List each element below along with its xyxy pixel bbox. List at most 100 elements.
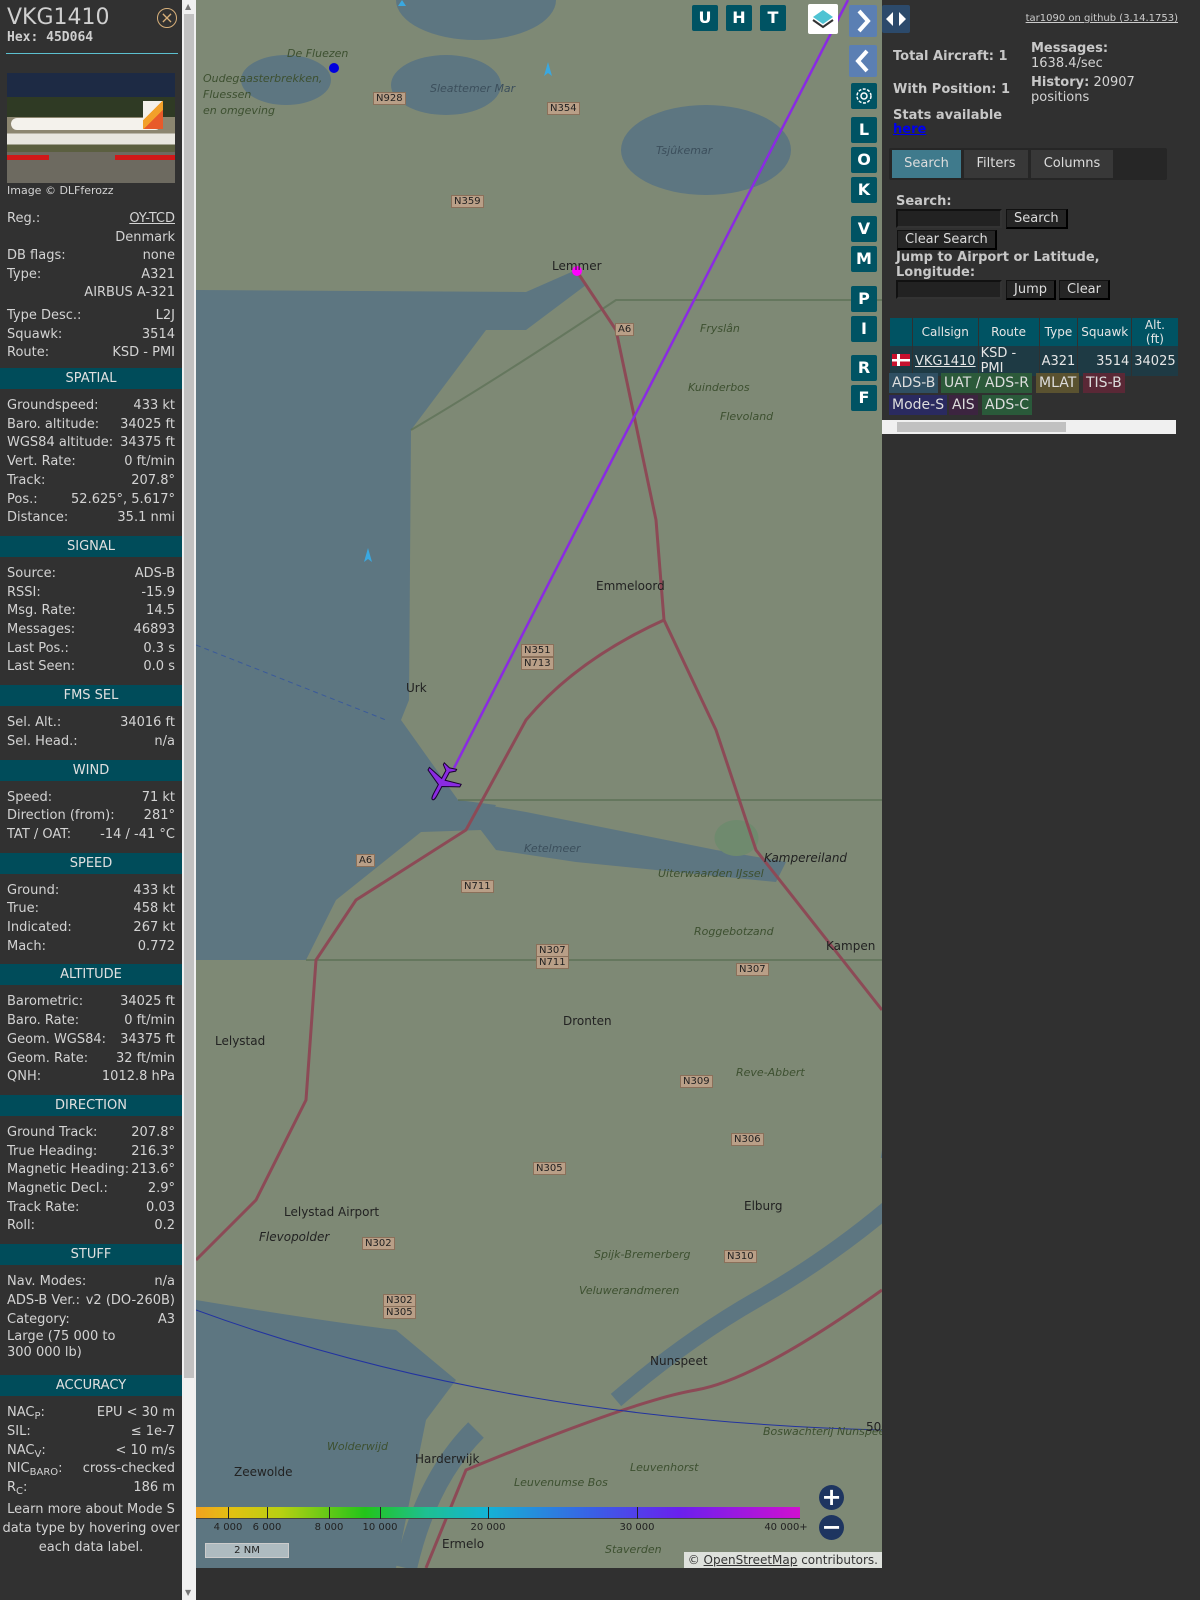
tab-filters[interactable]: Filters: [964, 150, 1028, 178]
place-label: Staverden: [605, 1543, 662, 1556]
place-label: Kuinderbos: [688, 381, 750, 394]
search-input[interactable]: [896, 209, 1002, 228]
place-label: Elburg: [744, 1199, 783, 1213]
toggle-panel-button[interactable]: [882, 5, 910, 33]
map-button-l[interactable]: L: [851, 117, 877, 143]
detail-value: 216.3°: [131, 1143, 175, 1159]
attribution-suffix: contributors.: [797, 1553, 878, 1567]
search-button[interactable]: Search: [1006, 209, 1068, 229]
info-value: 3514: [141, 327, 175, 342]
column-header[interactable]: Route: [978, 318, 1039, 346]
detail-label: Speed:: [7, 789, 53, 805]
stats-link[interactable]: here: [893, 122, 926, 137]
scrollbar-thumb[interactable]: [184, 14, 194, 1378]
table-row[interactable]: VKG1410 KSD - PMI A321 3514 34025: [890, 346, 1178, 376]
aircraft-detail-panel: VKG1410 Hex: 45D064 × Image © DLFferozz …: [0, 0, 182, 1600]
scroll-up-icon[interactable]: ▲: [185, 2, 191, 11]
attribution-prefix: ©: [687, 1553, 704, 1567]
scroll-down-icon[interactable]: ▼: [185, 1588, 191, 1597]
detail-label: Mach:: [7, 938, 46, 954]
zoom-out-button[interactable]: −: [819, 1515, 844, 1540]
detail-label: QNH:: [7, 1069, 42, 1085]
detail-row: Geom. Rate: 32 ft/min: [7, 1049, 175, 1068]
place-label: Urk: [406, 681, 427, 695]
column-header[interactable]: Type: [1039, 318, 1078, 346]
settings-button[interactable]: [851, 83, 877, 109]
map-view[interactable]: Oudegaasterbrekken, Fluessen en omgeving De…: [196, 0, 882, 1568]
info-label: DB flags:: [7, 248, 66, 263]
detail-value: 34016 ft: [120, 715, 175, 731]
horizontal-scrollbar[interactable]: [882, 420, 1176, 434]
map-button-f[interactable]: F: [851, 385, 877, 411]
map-button-o[interactable]: O: [851, 147, 877, 173]
map-button-r[interactable]: R: [851, 355, 877, 381]
sidebar-scrollbar[interactable]: ▲ ▼: [182, 0, 196, 1600]
registration-link[interactable]: OY-TCD: [129, 209, 175, 228]
aircraft-photo[interactable]: [7, 73, 175, 183]
detail-label: Roll:: [7, 1218, 36, 1234]
label-colon: :: [23, 1480, 28, 1495]
detail-value: 0.2: [154, 1218, 175, 1234]
layers-button[interactable]: [808, 4, 838, 34]
detail-row: True Heading: 216.3°: [7, 1142, 175, 1161]
detail-label: Baro. Rate:: [7, 1013, 80, 1029]
close-icon[interactable]: ×: [157, 8, 177, 28]
github-link[interactable]: tar1090 on github (3.14.1753): [1026, 13, 1178, 24]
jump-button[interactable]: Jump: [1006, 280, 1056, 300]
callsign-cell[interactable]: VKG1410: [913, 346, 978, 376]
road-label: N354: [547, 102, 580, 115]
detail-value: 213.6°: [131, 1162, 175, 1178]
map-button-v[interactable]: V: [851, 216, 877, 242]
detail-value: 34375 ft: [120, 435, 175, 451]
place-label: Harderwijk: [415, 1452, 480, 1466]
section-header-accuracy: ACCURACY: [0, 1375, 182, 1397]
source-legend-uat-ads-r: UAT / ADS-R: [941, 373, 1032, 393]
section-header-wind: WIND: [0, 759, 182, 781]
collapse-sidebar-button[interactable]: [849, 45, 877, 77]
altitude-cell: 34025: [1132, 346, 1178, 376]
detail-row: Baro. Rate: 0 ft/min: [7, 1011, 175, 1030]
clear-button[interactable]: Clear: [1059, 280, 1110, 300]
with-position: With Position: 1: [893, 82, 1011, 97]
detail-label: Distance:: [7, 510, 69, 526]
detail-label: Messages:: [7, 622, 76, 637]
clear-search-button[interactable]: Clear Search: [897, 230, 997, 250]
search-label: Search:: [896, 194, 952, 209]
detail-label: Pos.:: [7, 491, 38, 507]
jump-label: Jump to Airport or Latitude, Longitude:: [896, 250, 1100, 280]
expand-sidebar-button[interactable]: [849, 5, 877, 37]
info-label: Route:: [7, 345, 50, 360]
detail-row: Last Seen: 0.0 s: [7, 657, 175, 676]
scrollbar-thumb[interactable]: [897, 422, 1066, 432]
zoom-in-button[interactable]: +: [819, 1485, 844, 1510]
map-button-u[interactable]: U: [692, 5, 718, 31]
tab-search[interactable]: Search: [892, 150, 961, 178]
map-button-i[interactable]: I: [851, 316, 877, 342]
detail-label: Sel. Alt.:: [7, 715, 62, 731]
detail-row: SIL: ≤ 1e-7: [7, 1422, 175, 1441]
legend-tick-label: 8 000: [314, 1522, 344, 1533]
map-button-h[interactable]: H: [726, 5, 752, 31]
column-header[interactable]: Squawk: [1078, 318, 1132, 346]
map-button-p[interactable]: P: [851, 286, 877, 312]
detail-label: WGS84 altitude:: [7, 435, 114, 451]
jump-input[interactable]: [896, 280, 1002, 299]
source-legend-mode-s: Mode-S: [889, 395, 948, 415]
place-label: en omgeving: [203, 104, 275, 117]
column-header[interactable]: [890, 318, 912, 346]
column-header[interactable]: Callsign: [913, 318, 978, 346]
road-label: N713: [521, 657, 554, 670]
detail-row: Source: ADS-B: [7, 564, 175, 583]
detail-label: Ground:: [7, 882, 60, 898]
section-header-spatial: SPATIAL: [0, 368, 182, 389]
map-button-k[interactable]: K: [851, 177, 877, 203]
type-cell: A321: [1039, 346, 1078, 376]
map-button-t[interactable]: T: [760, 5, 786, 31]
column-header[interactable]: Alt. (ft): [1132, 318, 1178, 346]
map-button-m[interactable]: M: [851, 246, 877, 272]
detail-label: Source:: [7, 565, 57, 581]
road-label: N310: [724, 1250, 757, 1263]
osm-link[interactable]: OpenStreetMap: [704, 1553, 798, 1567]
tab-columns[interactable]: Columns: [1031, 150, 1113, 178]
detail-value: 35.1 nmi: [117, 510, 175, 526]
